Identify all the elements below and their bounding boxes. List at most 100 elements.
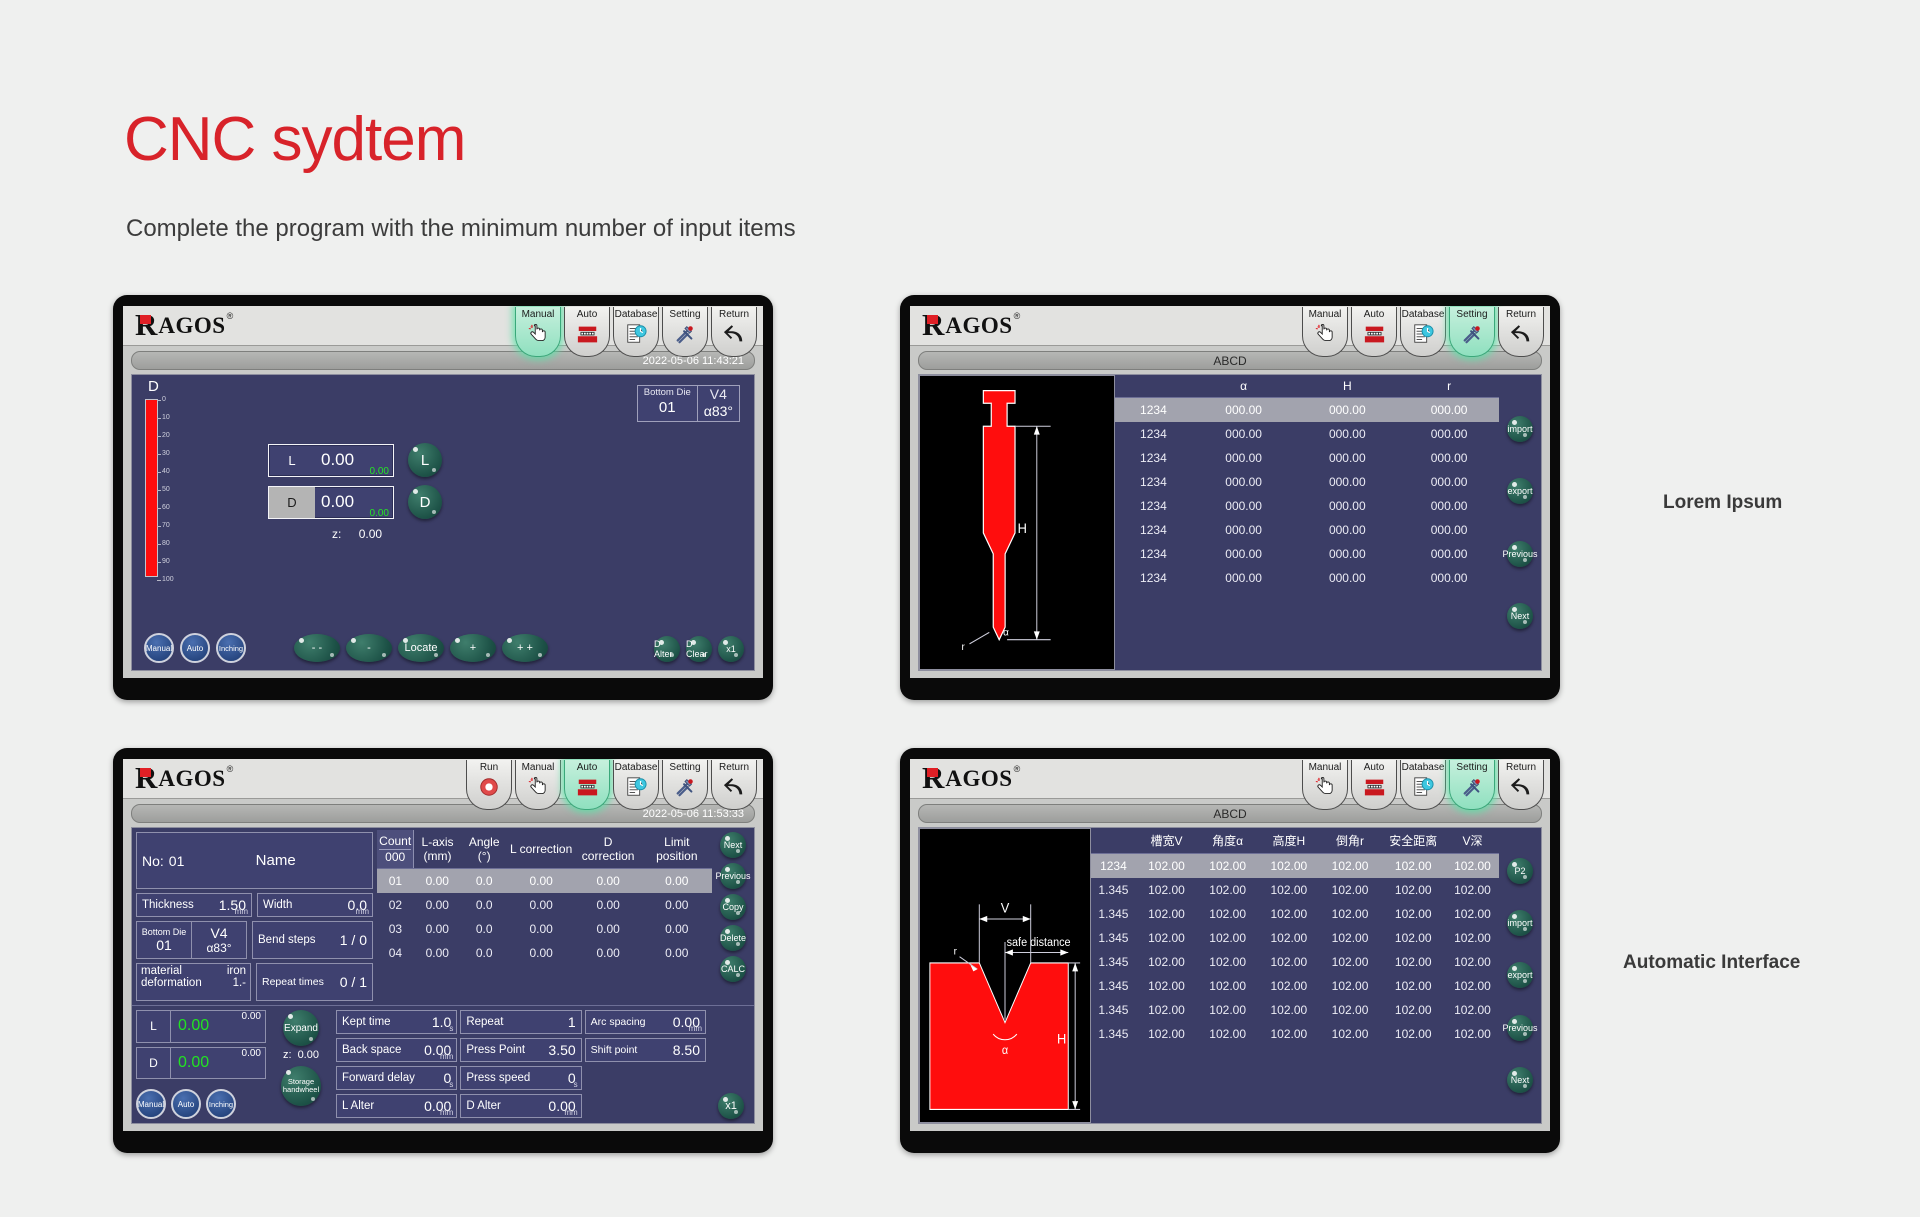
previous-button[interactable]: Previous — [1503, 540, 1538, 567]
d-axis-field[interactable]: D 0.00 0.00 — [268, 485, 394, 519]
table-row[interactable]: 1234 000.00 000.00 000.00 — [1115, 518, 1499, 542]
mode-manual-button[interactable]: Manual — [136, 1089, 166, 1119]
table-row[interactable]: 1234 000.00 000.00 000.00 — [1115, 542, 1499, 566]
jog-plus-button[interactable]: + — [450, 634, 496, 662]
previous-button[interactable]: Previous — [716, 863, 751, 889]
param-shift-point[interactable]: Shift point 8.50 — [584, 1038, 706, 1062]
nav-return[interactable]: Return — [711, 760, 757, 810]
nav-auto[interactable]: Auto — [564, 760, 610, 810]
calc-button[interactable]: CALC — [720, 956, 746, 982]
nav-auto[interactable]: Auto — [564, 307, 610, 357]
table-row[interactable]: 02 0.00 0.0 0.00 0.00 0.00 — [377, 893, 712, 917]
table-row[interactable]: 1234 000.00 000.00 000.00 — [1115, 470, 1499, 494]
nav-auto[interactable]: Auto — [1351, 307, 1397, 357]
delete-button[interactable]: Delete — [720, 925, 746, 951]
param-back-space[interactable]: Back space 0.00 mm — [336, 1038, 458, 1062]
program-no-field[interactable]: No: 01 Name — [136, 832, 373, 889]
nav-manual[interactable]: Manual — [515, 307, 561, 357]
param-arc-spacing[interactable]: Arc spacing 0.00 mm — [584, 1010, 706, 1034]
mode-auto-button[interactable]: Auto — [180, 633, 210, 663]
nav-manual[interactable]: Manual — [1302, 307, 1348, 357]
locate-button[interactable]: Locate — [398, 634, 444, 662]
thickness-field[interactable]: Thickness 1.50 mm — [136, 893, 252, 917]
nav-database[interactable]: Database — [1400, 760, 1446, 810]
param-d-alter[interactable]: D Alter 0.00 mm — [460, 1094, 582, 1118]
mode-manual-button[interactable]: Manual — [144, 633, 174, 663]
nav-setting[interactable]: Setting — [1449, 307, 1495, 357]
table-row[interactable]: 1234 000.00 000.00 000.00 — [1115, 446, 1499, 470]
copy-button[interactable]: Copy — [720, 894, 746, 920]
die-v: V4 — [709, 386, 727, 402]
next-button[interactable]: Next — [720, 832, 746, 858]
param-press-point[interactable]: Press Point 3.50 — [460, 1038, 582, 1062]
wrench-spanner-icon — [672, 321, 698, 347]
material-deformation-field[interactable]: material iron deformation 1.- — [136, 963, 251, 1001]
mode-inching-button[interactable]: Inching — [216, 633, 246, 663]
storage-handwheel-button[interactable]: Storage handwheel — [281, 1066, 321, 1106]
param-l-alter[interactable]: L Alter 0.00 mm — [336, 1094, 458, 1118]
nav-return[interactable]: Return — [1498, 760, 1544, 810]
nav-setting[interactable]: Setting — [662, 307, 708, 357]
d-readout-field[interactable]: D 0.00 0.00 — [136, 1046, 266, 1079]
import-button[interactable]: import — [1507, 415, 1533, 442]
table-row[interactable]: 1234 102.00 102.00 102.00 102.00 102.00 102.00 — [1091, 853, 1499, 878]
table-row[interactable]: 1.345 102.00 102.00 102.00 102.00 102.00 102.0… — [1091, 926, 1499, 950]
mode-inching-button[interactable]: Inching — [206, 1089, 236, 1119]
table-row[interactable]: 1234 000.00 000.00 000.00 — [1115, 494, 1499, 518]
export-button[interactable]: export — [1507, 962, 1533, 989]
import-button[interactable]: import — [1507, 910, 1533, 937]
jog-fast-minus-button[interactable]: - - — [294, 634, 340, 662]
param-repeat[interactable]: Repeat 1 — [460, 1010, 582, 1034]
jog-minus-button[interactable]: - — [346, 634, 392, 662]
p2-button[interactable]: P2 — [1507, 858, 1533, 885]
l-readout-field[interactable]: L 0.00 0.00 — [136, 1010, 266, 1043]
nav-database[interactable]: Database — [613, 307, 659, 357]
nav-manual[interactable]: Manual — [1302, 760, 1348, 810]
table-row[interactable]: 1.345 102.00 102.00 102.00 102.00 102.00 102.0… — [1091, 878, 1499, 902]
jog-fast-plus-button[interactable]: + + — [502, 634, 548, 662]
next-button[interactable]: Next — [1507, 1066, 1533, 1093]
table-row[interactable]: 1.345 102.00 102.00 102.00 102.00 102.00 102.0… — [1091, 974, 1499, 998]
multiplier-x1-button[interactable]: x1 — [718, 1093, 744, 1119]
table-row[interactable]: 1.345 102.00 102.00 102.00 102.00 102.00 102.0… — [1091, 950, 1499, 974]
panel2-table-wrap: α H r 1234 000.00 000.00 000.00 1234 000.00 00… — [1115, 375, 1499, 670]
param-forward-delay[interactable]: Forward delay 0 s — [336, 1066, 458, 1090]
nav-return[interactable]: Return — [711, 307, 757, 357]
nav-database[interactable]: Database — [613, 760, 659, 810]
mode-auto-button[interactable]: Auto — [171, 1089, 201, 1119]
param-kept-time[interactable]: Kept time 1.0 s — [336, 1010, 458, 1034]
table-row[interactable]: 03 0.00 0.0 0.00 0.00 0.00 — [377, 917, 712, 941]
table-row[interactable]: 1234 000.00 000.00 000.00 — [1115, 566, 1499, 590]
repeat-times-field[interactable]: Repeat times 0 / 1 — [256, 963, 373, 1001]
next-button[interactable]: Next — [1507, 603, 1533, 630]
nav-database[interactable]: Database — [1400, 307, 1446, 357]
width-field[interactable]: Width 0.0 mm — [257, 893, 373, 917]
table-row[interactable]: 1234 000.00 000.00 000.00 — [1115, 397, 1499, 422]
table-row[interactable]: 04 0.00 0.0 0.00 0.00 0.00 — [377, 941, 712, 965]
l-axis-field[interactable]: L 0.00 0.00 — [268, 443, 394, 477]
l-axis-knob-button[interactable]: L — [408, 443, 442, 477]
nav-setting[interactable]: Setting — [662, 760, 708, 810]
nav-manual[interactable]: Manual — [515, 760, 561, 810]
nav-run[interactable]: Run — [466, 760, 512, 810]
table-row[interactable]: 1.345 102.00 102.00 102.00 102.00 102.00 102.0… — [1091, 902, 1499, 926]
nav-return[interactable]: Return — [1498, 307, 1544, 357]
param-press-speed[interactable]: Press speed 0 s — [460, 1066, 582, 1090]
nav-auto[interactable]: Auto — [1351, 760, 1397, 810]
previous-button[interactable]: Previous — [1503, 1014, 1538, 1041]
export-button[interactable]: export — [1507, 478, 1533, 505]
bottom-die-info[interactable]: Bottom Die 01 V4 α83° — [636, 385, 740, 422]
table-row[interactable]: 1234 000.00 000.00 000.00 — [1115, 422, 1499, 446]
d-clear-button[interactable]: D Clear — [686, 636, 712, 662]
nav-setting[interactable]: Setting — [1449, 760, 1495, 810]
multiplier-x1-button[interactable]: x1 — [718, 636, 744, 662]
d-alter-button[interactable]: D Alter — [654, 636, 680, 662]
d-axis-knob-button[interactable]: D — [408, 485, 442, 519]
table-cell: 0.0 — [460, 868, 508, 893]
table-row[interactable]: 1.345 102.00 102.00 102.00 102.00 102.00 102.0… — [1091, 998, 1499, 1022]
bend-steps-field[interactable]: Bend steps 1 / 0 — [252, 921, 373, 959]
expand-button[interactable]: Expand — [283, 1010, 319, 1046]
table-row[interactable]: 01 0.00 0.0 0.00 0.00 0.00 — [377, 868, 712, 893]
bottom-die-field[interactable]: Bottom Die 01 V4 α83° — [136, 921, 247, 959]
table-row[interactable]: 1.345 102.00 102.00 102.00 102.00 102.00 102.0… — [1091, 1022, 1499, 1046]
